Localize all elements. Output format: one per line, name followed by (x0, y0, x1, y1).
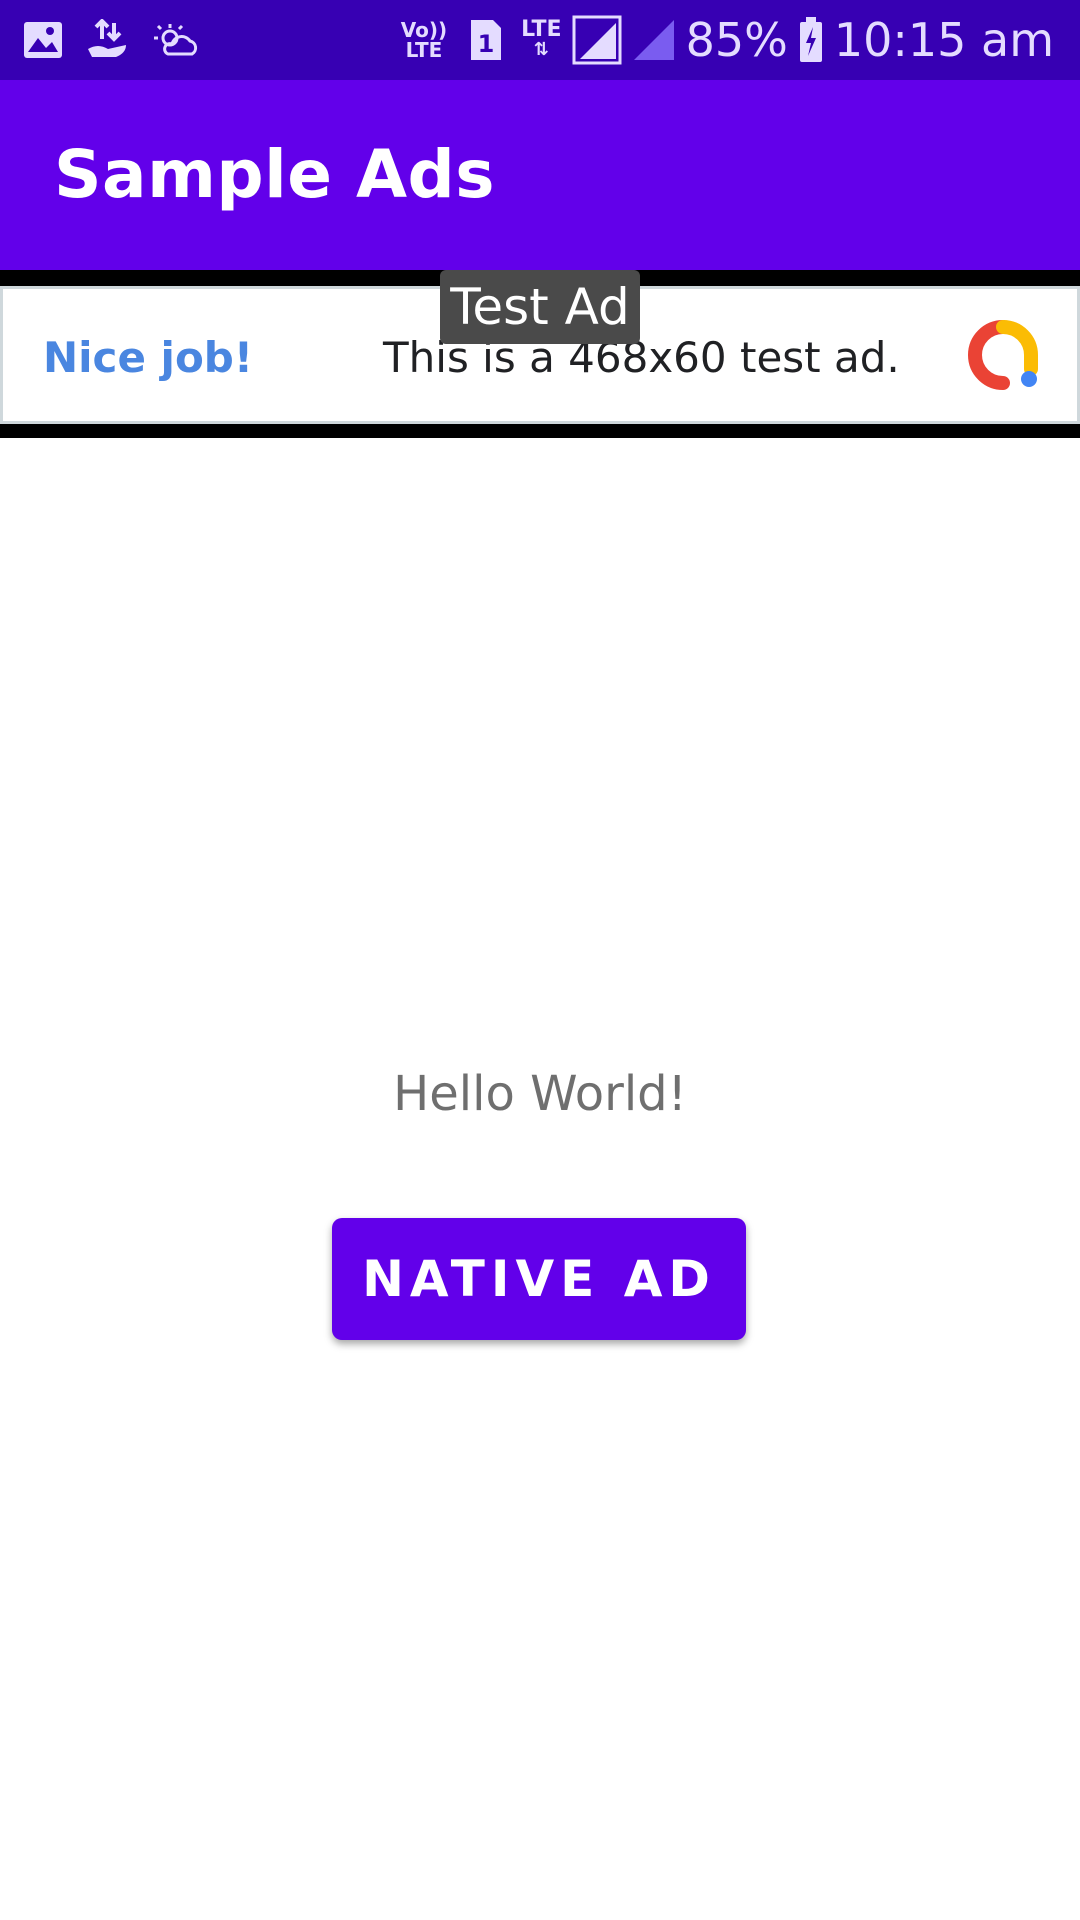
image-icon (22, 20, 64, 60)
sim-number: 1 (478, 30, 495, 58)
native-ad-button[interactable]: NATIVE AD (332, 1218, 746, 1340)
volte-icon: Vo)) LTE (401, 20, 447, 60)
signal-sim1-icon (572, 15, 622, 65)
sim-1-icon: 1 (467, 18, 503, 62)
hello-text: Hello World! (393, 1066, 687, 1122)
test-ad-badge: Test Ad (440, 270, 640, 344)
signal-sim2-icon (632, 18, 676, 62)
lte-label: LTE (521, 17, 562, 42)
battery-charging-icon (798, 16, 824, 64)
lte-arrows-icon: ⇅ (533, 39, 549, 60)
data-transfer-icon (86, 19, 130, 61)
weather-icon (152, 20, 200, 60)
status-left-icons (22, 0, 200, 80)
status-right-icons: Vo)) LTE 1 LTE ⇅ 85% 10:15 am (401, 0, 1054, 80)
lte-data-icon: LTE ⇅ (521, 17, 562, 60)
clock: 10:15 am (833, 13, 1054, 67)
status-bar: Vo)) LTE 1 LTE ⇅ 85% 10:15 am (0, 0, 1080, 80)
battery-percent: 85% (685, 13, 788, 67)
google-ads-logo-icon (965, 319, 1041, 395)
ad-headline: Nice job! (43, 333, 254, 382)
volte-bottom-label: LTE (405, 38, 443, 62)
app-bar: Sample Ads (0, 80, 1080, 270)
app-title: Sample Ads (54, 136, 496, 213)
volte-top-label: Vo)) (400, 18, 448, 42)
